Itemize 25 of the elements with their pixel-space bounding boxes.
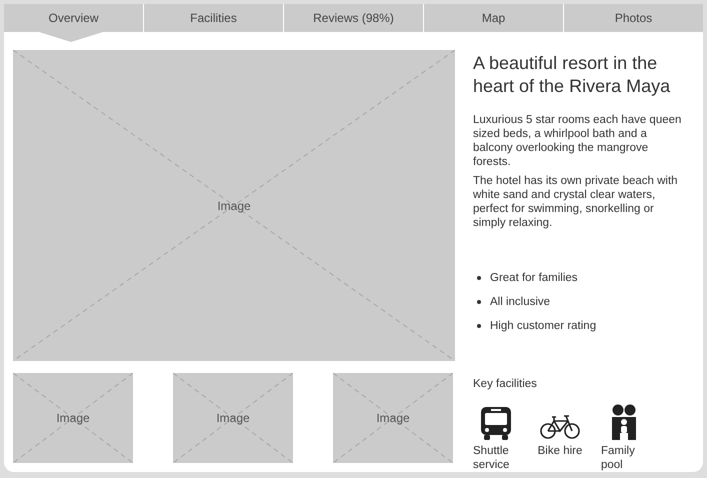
bullet-icon: [477, 300, 481, 304]
facility-label: Family pool: [601, 444, 636, 472]
description-paragraph: Luxurious 5 star rooms each have queen sized beds, a whirlpool bath and a balcony overlooking the mangrove forests.: [473, 113, 682, 169]
resort-title: A beautiful resort in the heart of the Rivera Maya: [473, 52, 672, 98]
image-label: Image: [216, 411, 250, 425]
tab[interactable]: Photos: [564, 4, 703, 32]
bullet-icon: [477, 276, 481, 280]
highlight-text: Great for families: [490, 272, 578, 284]
highlight-text: High customer rating: [490, 320, 596, 332]
key-facilities-heading: Key facilities: [473, 378, 538, 390]
tab[interactable]: Reviews (98%): [284, 4, 423, 32]
tab[interactable]: Overview: [4, 4, 143, 42]
bicycle-icon: [540, 414, 580, 440]
image-label: Image: [56, 411, 90, 425]
tab[interactable]: Map: [424, 4, 563, 32]
family-icon: [611, 404, 637, 440]
bullet-icon: [477, 324, 481, 328]
image-label: Image: [376, 411, 410, 425]
tab[interactable]: Facilities: [144, 4, 283, 32]
image-label: Image: [217, 198, 251, 212]
facility-label: Shuttle service: [473, 444, 510, 472]
facility-label: Bike hire: [538, 444, 582, 458]
description-paragraph: The hotel has its own private beach with white sand and crystal clear waters, perfect for swimming, snorkelling or simply relaxing.: [473, 174, 679, 230]
bus-icon: [480, 406, 512, 440]
highlight-text: All inclusive: [490, 296, 550, 308]
